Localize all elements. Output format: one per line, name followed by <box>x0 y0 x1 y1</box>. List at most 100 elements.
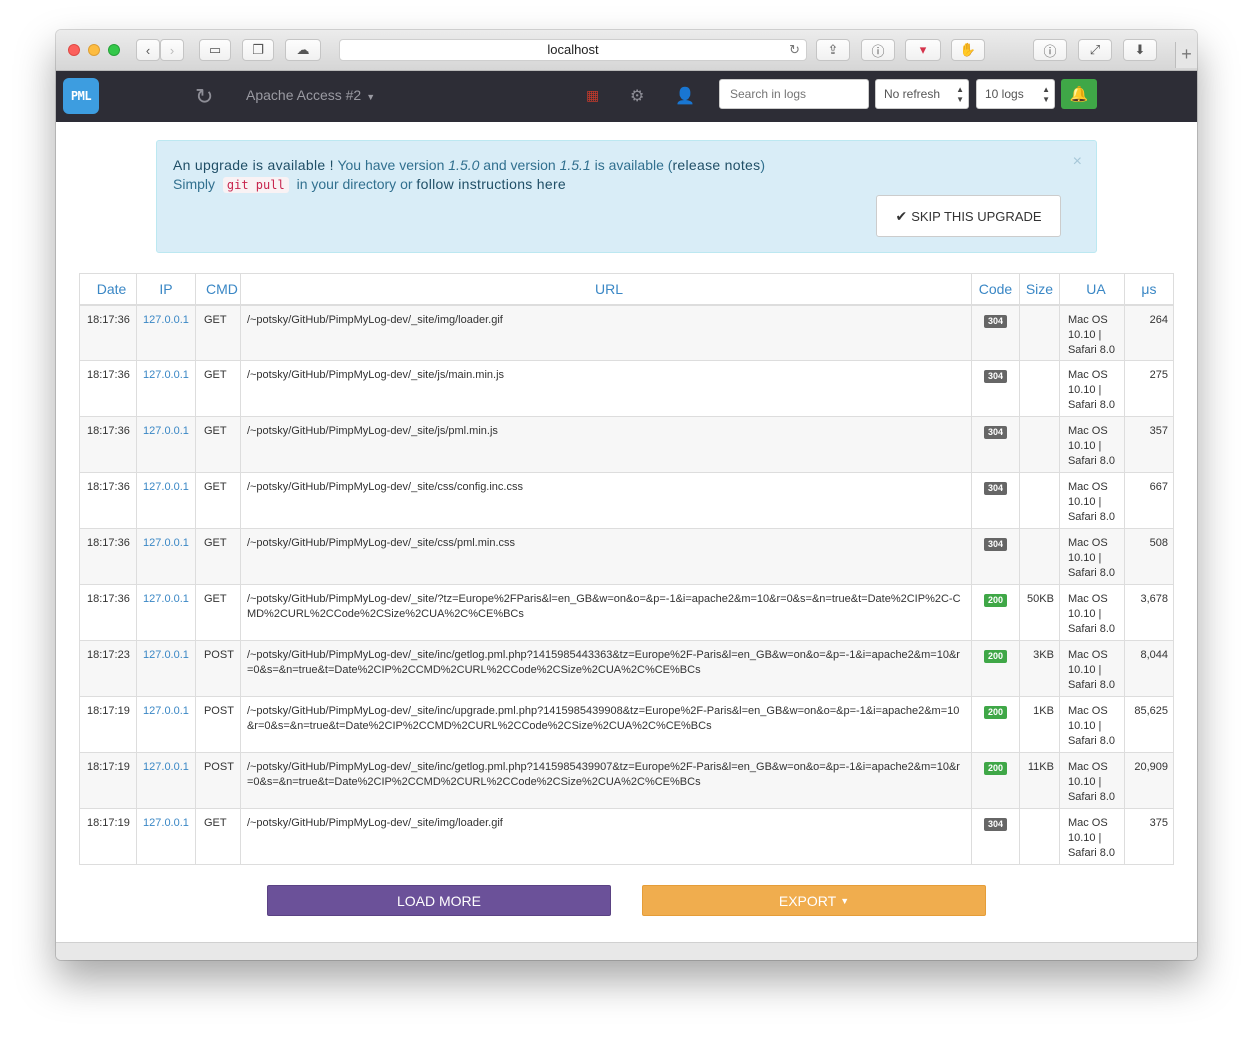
tabs-overview-icon[interactable]: ❐ <box>242 39 274 61</box>
cell-ip-link[interactable]: 127.0.0.1 <box>135 416 196 473</box>
zoom-window-button[interactable] <box>108 44 120 56</box>
cell-date: 18:17:36 <box>79 472 137 529</box>
pocket-icon[interactable]: ▾ <box>905 39 941 61</box>
new-tab-icon[interactable]: + <box>1175 42 1197 68</box>
cell-ip-link[interactable]: 127.0.0.1 <box>135 472 196 529</box>
cell-code: 304 <box>971 472 1020 529</box>
status-badge: 304 <box>983 426 1007 439</box>
cell-ua: Mac OS 10.10 | Safari 8.0 <box>1058 472 1125 529</box>
column-header-url[interactable]: URL <box>239 273 973 306</box>
skip-upgrade-button[interactable]: ✔ SKIP THIS UPGRADE <box>876 195 1061 237</box>
forward-icon[interactable]: › <box>160 39 184 61</box>
table-row[interactable]: 18:17:36 127.0.0.1 GET/~potsky/GitHub/Pimp… <box>79 528 1175 585</box>
cell-ip-link[interactable]: 127.0.0.1 <box>135 696 196 753</box>
cell-url: /~potsky/GitHub/PimpMyLog-dev/_site/img/… <box>239 808 973 865</box>
table-row[interactable]: 18:17:36 127.0.0.1 GET/~potsky/GitHub/Pimp… <box>79 584 1175 641</box>
cell-url: /~potsky/GitHub/PimpMyLog-dev/_site/inc/… <box>239 696 973 753</box>
cell-size <box>1018 360 1060 417</box>
search-input[interactable] <box>719 79 869 109</box>
download-icon[interactable]: ⬇ <box>1123 39 1157 61</box>
cell-size: 1KB <box>1018 696 1060 753</box>
evernote-icon[interactable]: ✋ <box>951 39 985 61</box>
cell-url: /~potsky/GitHub/PimpMyLog-dev/_site/css/… <box>239 472 973 529</box>
cell-ip-link[interactable]: 127.0.0.1 <box>135 808 196 865</box>
cell-url: /~potsky/GitHub/PimpMyLog-dev/_site/js/p… <box>239 416 973 473</box>
cell-us: 3,678 <box>1123 584 1175 641</box>
export-button[interactable]: EXPORT ▼ <box>642 885 986 916</box>
address-bar[interactable]: localhost ↻ <box>339 39 807 61</box>
refresh-icon[interactable]: ↻ <box>195 84 213 110</box>
cell-us: 357 <box>1123 416 1175 473</box>
gear-icon[interactable]: ⚙ <box>630 86 644 106</box>
table-row[interactable]: 18:17:36 127.0.0.1 GET/~potsky/GitHub/Pimp… <box>79 360 1175 417</box>
instruction-text: in your directory or <box>296 176 413 192</box>
bell-icon: 🔔 <box>1069 86 1089 103</box>
column-header-ip[interactable]: IP <box>135 273 196 306</box>
cell-size <box>1018 304 1060 361</box>
cell-ua: Mac OS 10.10 | Safari 8.0 <box>1058 584 1125 641</box>
notification-button[interactable]: 🔔 <box>1061 79 1097 109</box>
column-header-code[interactable]: Code <box>971 273 1020 306</box>
close-icon[interactable]: × <box>1073 153 1082 171</box>
cell-us: 85,625 <box>1123 696 1175 753</box>
cell-ua: Mac OS 10.10 | Safari 8.0 <box>1058 640 1125 697</box>
log-selector[interactable]: Apache Access #2 ▼ <box>246 87 375 103</box>
info-icon[interactable]: ⓘ <box>1033 39 1067 61</box>
cell-ua: Mac OS 10.10 | Safari 8.0 <box>1058 416 1125 473</box>
cell-ua: Mac OS 10.10 | Safari 8.0 <box>1058 304 1125 361</box>
follow-instructions-link[interactable]: follow instructions here <box>416 176 566 192</box>
cell-code: 200 <box>971 640 1020 697</box>
cell-ip-link[interactable]: 127.0.0.1 <box>135 528 196 585</box>
column-header-ua[interactable]: UA <box>1058 273 1125 306</box>
cell-ua: Mac OS 10.10 | Safari 8.0 <box>1058 696 1125 753</box>
cell-url: /~potsky/GitHub/PimpMyLog-dev/_site/css/… <box>239 528 973 585</box>
column-header-size[interactable]: Size <box>1018 273 1060 306</box>
upgrade-heading: An upgrade is available ! <box>173 157 334 173</box>
table-row[interactable]: 18:17:36 127.0.0.1 GET/~potsky/GitHub/Pimp… <box>79 416 1175 473</box>
close-window-button[interactable] <box>68 44 80 56</box>
upgrade-alert: An upgrade is available ! You have versi… <box>156 140 1097 253</box>
table-row[interactable]: 18:17:36 127.0.0.1 GET/~potsky/GitHub/Pimp… <box>79 304 1175 361</box>
column-header-us[interactable]: μs <box>1123 273 1175 306</box>
check-icon: ✔ <box>895 207 908 224</box>
cell-code: 304 <box>971 360 1020 417</box>
cell-us: 264 <box>1123 304 1175 361</box>
password-icon[interactable]: ⓘ <box>861 39 895 61</box>
cell-code: 200 <box>971 696 1020 753</box>
logs-count-select[interactable]: 10 logs ▲ ▼ <box>976 79 1055 109</box>
table-row[interactable]: 18:17:36 127.0.0.1 GET/~potsky/GitHub/Pimp… <box>79 472 1175 529</box>
load-more-button[interactable]: LOAD MORE <box>267 885 611 916</box>
table-row[interactable]: 18:17:19 127.0.0.1 POST/~potsky/GitHub/Pim… <box>79 696 1175 753</box>
status-badge: 304 <box>983 538 1007 551</box>
share-icon[interactable]: ⇪ <box>816 39 850 61</box>
browser-toolbar: ‹ › ▭ ❐ ☁ localhost ↻ ⇪ ⓘ ▾ ✋ ⓘ ⤢ ⬇ + <box>56 30 1197 71</box>
git-pull-code: git pull <box>222 177 289 193</box>
cell-ip-link[interactable]: 127.0.0.1 <box>135 304 196 361</box>
fullscreen-icon[interactable]: ⤢ <box>1078 39 1112 61</box>
grid-icon[interactable]: ▦ <box>586 87 599 104</box>
cloud-icon[interactable]: ☁ <box>285 39 321 61</box>
cell-date: 18:17:36 <box>79 416 137 473</box>
sidebar-icon[interactable]: ▭ <box>199 39 231 61</box>
cell-date: 18:17:19 <box>79 808 137 865</box>
new-version: 1.5.1 <box>559 157 591 173</box>
back-icon[interactable]: ‹ <box>136 39 160 61</box>
app-navbar: PML ↻ Apache Access #2 ▼ ▦ ⚙ 👤 No refresh… <box>56 71 1197 122</box>
release-notes-link[interactable]: release notes <box>672 157 760 173</box>
refresh-select[interactable]: No refresh ▲ ▼ <box>875 79 969 109</box>
minimize-window-button[interactable] <box>88 44 100 56</box>
table-row[interactable]: 18:17:23 127.0.0.1 POST/~potsky/GitHub/Pim… <box>79 640 1175 697</box>
cell-ip-link[interactable]: 127.0.0.1 <box>135 752 196 809</box>
app-logo[interactable]: PML <box>63 78 99 114</box>
select-arrows-icon: ▲ ▼ <box>956 85 964 104</box>
column-header-cmd[interactable]: CMD <box>194 273 241 306</box>
column-header-date[interactable]: Date <box>79 273 137 306</box>
cell-url: /~potsky/GitHub/PimpMyLog-dev/_site/inc/… <box>239 752 973 809</box>
reload-icon[interactable]: ↻ <box>789 40 800 60</box>
user-icon[interactable]: 👤 <box>675 86 695 106</box>
cell-ip-link[interactable]: 127.0.0.1 <box>135 360 196 417</box>
cell-ip-link[interactable]: 127.0.0.1 <box>135 584 196 641</box>
cell-ip-link[interactable]: 127.0.0.1 <box>135 640 196 697</box>
table-row[interactable]: 18:17:19 127.0.0.1 GET/~potsky/GitHub/Pimp… <box>79 808 1175 865</box>
table-row[interactable]: 18:17:19 127.0.0.1 POST/~potsky/GitHub/Pim… <box>79 752 1175 809</box>
